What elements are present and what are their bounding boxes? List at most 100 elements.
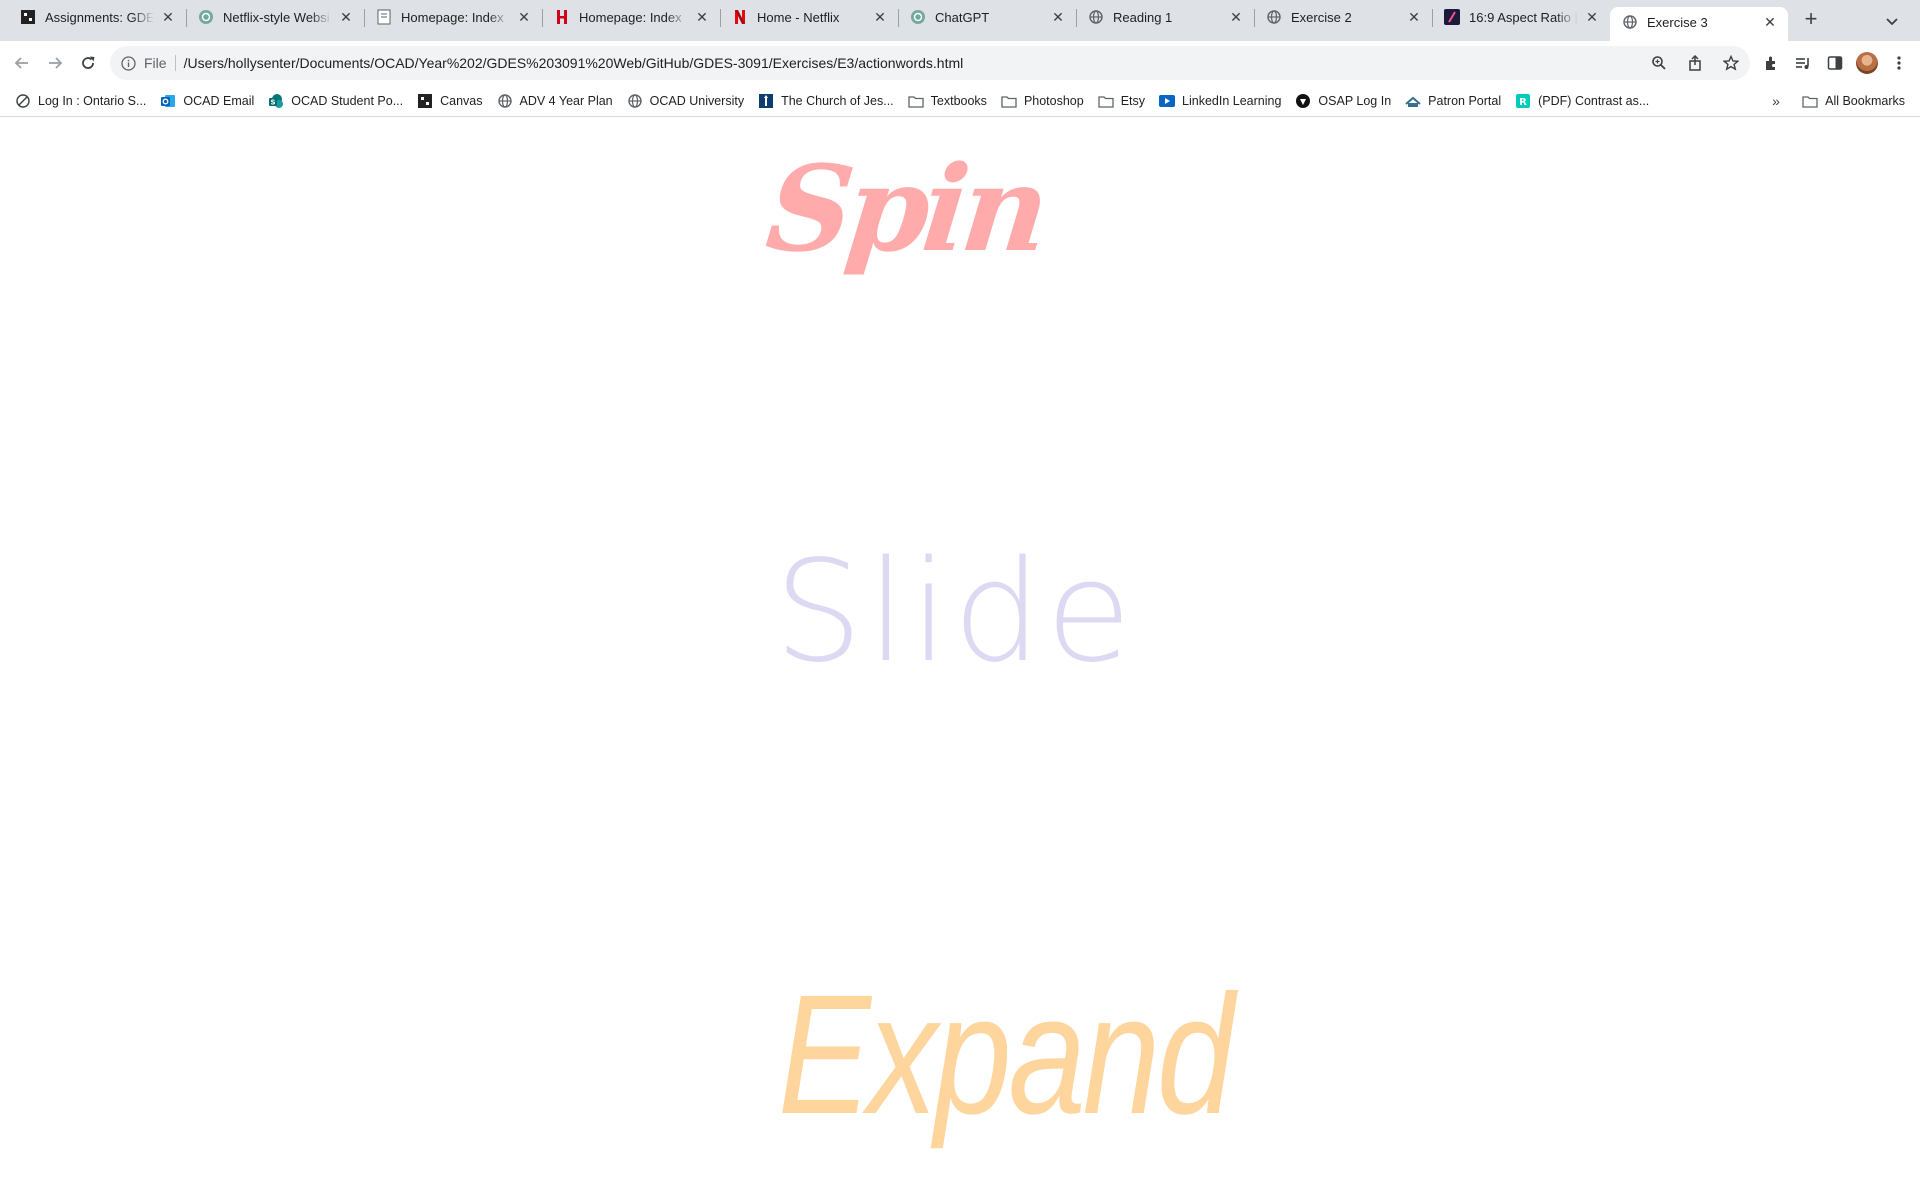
- tab-strip: Assignments: GDES ✕ Netflix-style Websi …: [0, 0, 1920, 41]
- close-icon[interactable]: ✕: [1050, 9, 1066, 25]
- bookmark-folder-etsy[interactable]: Etsy: [1091, 87, 1152, 115]
- bookmark-label: OCAD Email: [183, 93, 255, 108]
- folder-icon: [1001, 93, 1017, 109]
- bookmark-ocad-email[interactable]: OCAD Email: [153, 87, 261, 115]
- folder-icon: [1098, 93, 1114, 109]
- chevron-down-icon[interactable]: [1884, 13, 1900, 29]
- close-icon[interactable]: ✕: [694, 9, 710, 25]
- reload-icon: [82, 56, 95, 69]
- svg-text:S: S: [271, 98, 276, 106]
- osap-icon: [1295, 93, 1311, 109]
- bookmark-folder-textbooks[interactable]: Textbooks: [901, 87, 994, 115]
- close-icon[interactable]: ✕: [160, 9, 176, 25]
- netflix-icon: [732, 9, 748, 25]
- h-logo-icon: [554, 9, 570, 25]
- bookmark-label: ADV 4 Year Plan: [519, 93, 613, 108]
- bookmark-canvas[interactable]: Canvas: [410, 87, 489, 115]
- word-slide: Slide: [774, 531, 1136, 694]
- tab-exercise-2[interactable]: Exercise 2 ✕: [1254, 0, 1432, 34]
- tab-title: 16:9 Aspect Ratio |: [1469, 9, 1578, 25]
- tab-title: Homepage: Index: [579, 9, 682, 25]
- bookmark-church[interactable]: The Church of Jes...: [751, 87, 901, 115]
- tab-exercise-3[interactable]: Exercise 3 ✕: [1610, 7, 1788, 41]
- bookmark-label: All Bookmarks: [1825, 94, 1905, 108]
- reload-button[interactable]: [72, 47, 104, 79]
- bookmark-ocad-student-portal[interactable]: S OCAD Student Po...: [261, 87, 410, 115]
- close-icon[interactable]: ✕: [1406, 9, 1422, 25]
- globe-icon: [1266, 9, 1282, 25]
- arrow-left-icon: [14, 57, 28, 69]
- canvas-icon: [20, 9, 36, 25]
- close-icon[interactable]: ✕: [338, 9, 354, 25]
- outlook-icon: [160, 93, 176, 109]
- tab-chatgpt[interactable]: ChatGPT ✕: [898, 0, 1076, 34]
- side-panel-icon[interactable]: [1824, 52, 1846, 74]
- back-button[interactable]: [6, 47, 38, 79]
- new-tab-button[interactable]: +: [1796, 5, 1826, 35]
- tab-title: Exercise 2: [1291, 9, 1352, 25]
- folder-icon: [908, 93, 924, 109]
- bookmark-label: Etsy: [1120, 93, 1146, 108]
- zoom-icon[interactable]: [1648, 52, 1670, 74]
- bookmark-adv-plan[interactable]: ADV 4 Year Plan: [490, 87, 620, 115]
- close-icon[interactable]: ✕: [1228, 9, 1244, 25]
- close-icon[interactable]: ✕: [1584, 9, 1600, 25]
- close-icon[interactable]: ✕: [1762, 14, 1778, 30]
- all-bookmarks-folder[interactable]: All Bookmarks: [1795, 87, 1912, 115]
- address-bar[interactable]: File /Users/hollysenter/Documents/OCAD/Y…: [110, 46, 1750, 80]
- bookmark-label: The Church of Jes...: [781, 93, 894, 108]
- folder-icon: [1802, 93, 1818, 109]
- sharepoint-icon: S: [268, 93, 284, 109]
- page-content: Spin Slide Expand: [0, 118, 1920, 1200]
- tab-homepage-index-2[interactable]: Homepage: Index ✕: [542, 0, 720, 34]
- link-icon: [15, 93, 31, 109]
- close-icon[interactable]: ✕: [516, 9, 532, 25]
- word-spin: Spin: [760, 139, 1050, 278]
- chatgpt-icon: [910, 9, 926, 25]
- bookmark-ontario[interactable]: Log In : Ontario S...: [8, 87, 153, 115]
- info-icon[interactable]: [120, 55, 136, 71]
- browser-toolbar: File /Users/hollysenter/Documents/OCAD/Y…: [0, 41, 1920, 85]
- tab-title: Assignments: GDES: [45, 9, 154, 25]
- globe-icon: [627, 93, 643, 109]
- bookmarks-bar: Log In : Ontario S... OCAD Email S OCAD …: [0, 85, 1920, 117]
- bookmark-contrast-pdf[interactable]: R (PDF) Contrast as...: [1508, 87, 1656, 115]
- bookmark-osap[interactable]: OSAP Log In: [1288, 87, 1398, 115]
- bookmark-patron-portal[interactable]: Patron Portal: [1398, 87, 1508, 115]
- bookmarks-overflow-button[interactable]: »: [1762, 87, 1790, 115]
- canvas-icon: [417, 93, 433, 109]
- bookmark-ocad-university[interactable]: OCAD University: [620, 87, 751, 115]
- tab-assignments[interactable]: Assignments: GDES ✕: [8, 0, 186, 34]
- bookmark-label: Canvas: [440, 93, 483, 108]
- tab-homepage-index-1[interactable]: Homepage: Index ✕: [364, 0, 542, 34]
- globe-icon: [497, 93, 513, 109]
- bookmark-linkedin-learning[interactable]: LinkedIn Learning: [1152, 87, 1288, 115]
- bookmark-label: Textbooks: [930, 93, 987, 108]
- church-icon: [758, 93, 774, 109]
- forward-button[interactable]: [39, 47, 71, 79]
- profile-avatar[interactable]: [1856, 52, 1878, 74]
- bookmark-folder-photoshop[interactable]: Photoshop: [994, 87, 1091, 115]
- bookmark-label: LinkedIn Learning: [1182, 93, 1282, 108]
- close-icon[interactable]: ✕: [872, 9, 888, 25]
- globe-icon: [1088, 9, 1104, 25]
- tab-reading-1[interactable]: Reading 1 ✕: [1076, 0, 1254, 34]
- share-icon[interactable]: [1684, 52, 1706, 74]
- extensions-icon[interactable]: [1760, 52, 1782, 74]
- tab-title: ChatGPT: [935, 9, 990, 25]
- url-text[interactable]: /Users/hollysenter/Documents/OCAD/Year%2…: [184, 55, 964, 71]
- media-control-icon[interactable]: [1792, 52, 1814, 74]
- more-menu-icon[interactable]: [1888, 52, 1910, 74]
- patron-icon: [1405, 93, 1421, 109]
- scheme-label: File: [144, 55, 176, 71]
- researchgate-icon: R: [1515, 93, 1531, 109]
- tab-title: Exercise 3: [1647, 14, 1708, 30]
- bookmark-label: OCAD University: [649, 93, 745, 108]
- bookmark-label: Photoshop: [1023, 93, 1084, 108]
- tab-aspect-ratio[interactable]: 16:9 Aspect Ratio | ✕: [1432, 0, 1610, 34]
- bookmark-label: (PDF) Contrast as...: [1538, 93, 1650, 108]
- tab-netflix-style[interactable]: Netflix-style Websi ✕: [186, 0, 364, 34]
- tab-home-netflix[interactable]: Home - Netflix ✕: [720, 0, 898, 34]
- tab-title: Netflix-style Websi: [223, 9, 330, 25]
- star-icon[interactable]: [1720, 52, 1742, 74]
